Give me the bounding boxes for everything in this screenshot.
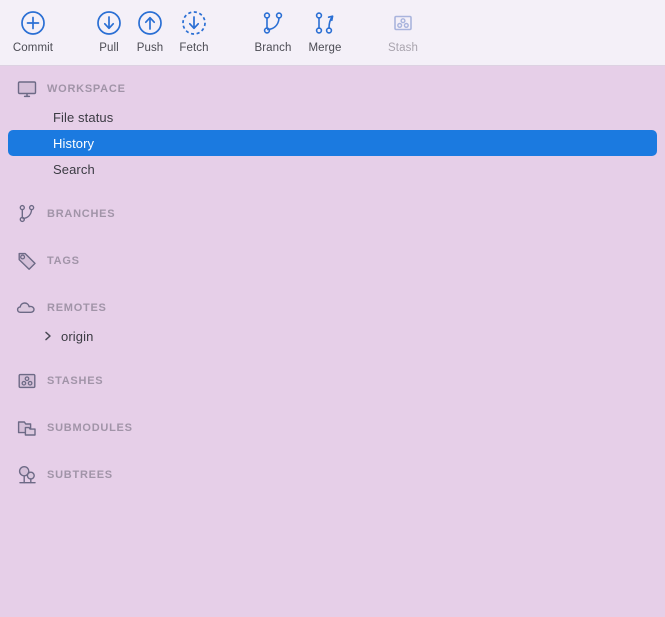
sidebar-item-history-label: History: [53, 135, 95, 151]
submodule-folder-icon: [16, 417, 38, 439]
sidebar-item-file-status-label: File status: [53, 109, 114, 125]
sidebar-section-stashes[interactable]: STASHES: [0, 366, 665, 396]
stash-button[interactable]: Stash: [370, 8, 436, 55]
sidebar-item-search[interactable]: Search: [8, 156, 657, 182]
commit-button[interactable]: Commit: [0, 8, 66, 55]
sidebar-section-submodules-label: SUBMODULES: [47, 422, 133, 434]
stash-icon: [388, 8, 418, 38]
sidebar-item-origin[interactable]: origin: [8, 323, 657, 349]
sidebar-section-branches-label: BRANCHES: [47, 208, 116, 220]
stash-button-label: Stash: [388, 42, 418, 54]
fetch-button[interactable]: Fetch: [161, 8, 227, 55]
sidebar-item-history[interactable]: History: [8, 130, 657, 156]
branch-button-label: Branch: [254, 42, 292, 54]
branch-icon: [16, 203, 38, 225]
sidebar-section-subtrees-label: SUBTREES: [47, 469, 113, 481]
git-client-window: Commit Pull Push Fetch Branch Merge Stas…: [0, 0, 665, 617]
cloud-icon: [16, 297, 38, 319]
tag-icon: [16, 250, 38, 272]
merge-icon: [310, 8, 340, 38]
commit-plus-circle-icon: [18, 8, 48, 38]
sidebar-section-workspace-label: WORKSPACE: [47, 83, 126, 95]
push-button-label: Push: [136, 42, 164, 54]
sidebar-item-file-status[interactable]: File status: [8, 104, 657, 130]
sidebar-section-tags[interactable]: TAGS: [0, 246, 665, 276]
stash-icon: [16, 370, 38, 392]
sidebar-item-origin-label: origin: [61, 328, 94, 344]
monitor-icon: [16, 78, 38, 100]
sidebar-section-remotes[interactable]: REMOTES: [0, 293, 665, 323]
sidebar-section-stashes-label: STASHES: [47, 375, 104, 387]
commit-button-label: Commit: [12, 42, 54, 54]
fetch-button-label: Fetch: [179, 42, 209, 54]
sidebar-section-submodules[interactable]: SUBMODULES: [0, 413, 665, 443]
subtree-trees-icon: [16, 464, 38, 486]
main-toolbar: Commit Pull Push Fetch Branch Merge Stas…: [0, 0, 665, 66]
sidebar-section-remotes-label: REMOTES: [47, 302, 107, 314]
chevron-right-icon[interactable]: [42, 330, 54, 342]
fetch-arrow-down-dashed-circle-icon: [179, 8, 209, 38]
sidebar-item-search-label: Search: [53, 161, 95, 177]
branch-icon: [258, 8, 288, 38]
repository-sidebar[interactable]: WORKSPACE File status History Search BRA…: [0, 66, 665, 617]
sidebar-section-tags-label: TAGS: [47, 255, 80, 267]
sidebar-section-workspace[interactable]: WORKSPACE: [0, 74, 665, 104]
pull-button-label: Pull: [99, 42, 119, 54]
sidebar-section-subtrees[interactable]: SUBTREES: [0, 460, 665, 490]
merge-button-label: Merge: [308, 42, 342, 54]
merge-button[interactable]: Merge: [292, 8, 358, 55]
sidebar-section-branches[interactable]: BRANCHES: [0, 199, 665, 229]
